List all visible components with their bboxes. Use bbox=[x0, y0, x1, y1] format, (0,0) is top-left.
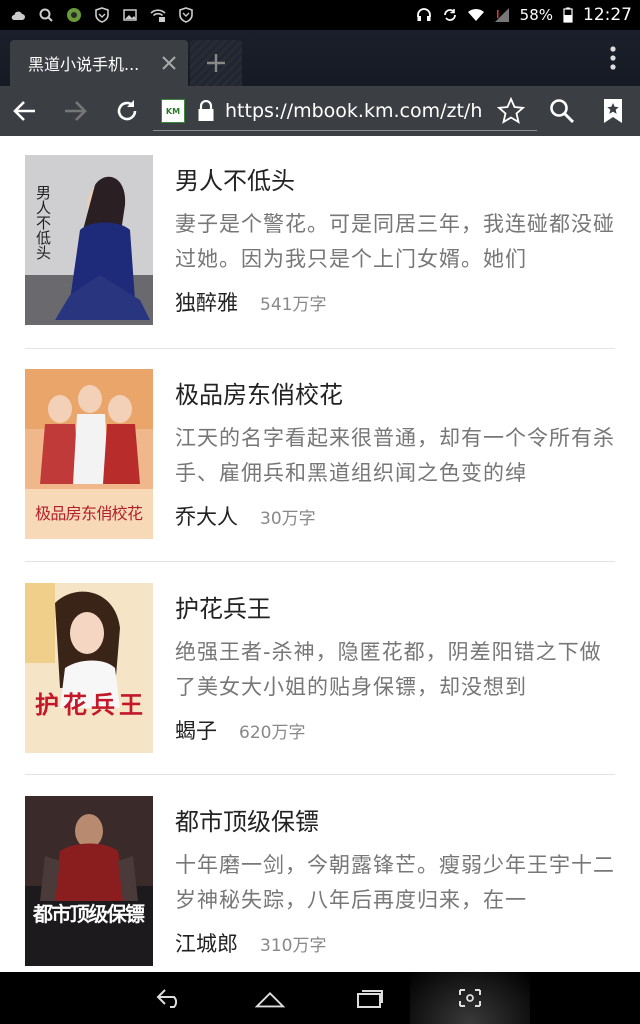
book-meta: 江城郎 310万字 bbox=[175, 928, 326, 958]
book-cover: 男人不低头 bbox=[25, 155, 153, 325]
favicon-label: KM bbox=[165, 106, 181, 116]
divider bbox=[25, 561, 615, 562]
close-icon[interactable] bbox=[160, 54, 178, 72]
wifi-lock-icon bbox=[150, 9, 166, 22]
browser-toolbar: KM https://mbook.km.com/zt/h bbox=[0, 86, 640, 136]
bookmark-star-icon bbox=[604, 99, 622, 123]
book-item[interactable]: 护花兵王 护花兵王 绝强王者-杀神，隐匿花都，阴差阳错之下做了美女大小姐的贴身保… bbox=[25, 583, 615, 796]
system-status: 58% 12:27 bbox=[416, 5, 640, 25]
book-word-count: 541万字 bbox=[260, 295, 327, 315]
book-item[interactable]: 男人不低头 男人不低头 妻子是个警花。可是同居三年，我连碰都没碰过她。因为我只是… bbox=[25, 155, 615, 368]
divider bbox=[25, 348, 615, 349]
book-meta: 蝎子 620万字 bbox=[175, 715, 305, 745]
book-cover: 都市顶级保镖 bbox=[25, 796, 153, 966]
cover-title-text: 都市顶级保镖 bbox=[32, 902, 145, 926]
cover-title-text: 极品房东俏校花 bbox=[35, 504, 143, 523]
book-item[interactable]: 都市顶级保镖 都市顶级保镖 十年磨一剑，今朝露锋芒。瘦弱少年王宇十二岁神秘失踪，… bbox=[25, 796, 615, 972]
new-tab-button[interactable] bbox=[190, 40, 242, 86]
book-author: 蝎子 bbox=[175, 719, 217, 743]
search-button[interactable] bbox=[549, 98, 575, 124]
search-icon bbox=[550, 99, 575, 124]
back-button[interactable] bbox=[12, 98, 38, 124]
status-bar: 58% 12:27 bbox=[0, 0, 640, 30]
shield-outline-icon bbox=[179, 7, 193, 23]
arrow-right-icon bbox=[65, 101, 87, 121]
book-item[interactable]: 极品房东俏校花 极品房东俏校花 江天的名字看起来很普通，却有一个令所有杀手、雇佣… bbox=[25, 369, 615, 582]
battery-icon bbox=[563, 7, 573, 23]
headset-icon bbox=[416, 8, 431, 21]
book-description: 十年磨一剑，今朝露锋芒。瘦弱少年王宇十二岁神秘失踪，八年后再度归来，在一 bbox=[175, 853, 615, 912]
tab-active[interactable]: 黑道小说手机... bbox=[10, 40, 188, 86]
nav-back-button[interactable] bbox=[155, 984, 185, 1012]
book-author: 江城郎 bbox=[175, 932, 238, 956]
book-title[interactable]: 极品房东俏校花 bbox=[175, 375, 343, 410]
book-cover: 极品房东俏校花 bbox=[25, 369, 153, 539]
book-title[interactable]: 护花兵王 bbox=[175, 589, 271, 624]
recents-icon bbox=[357, 990, 383, 1008]
book-list: 男人不低头 男人不低头 妻子是个警花。可是同居三年，我连碰都没碰过她。因为我只是… bbox=[0, 136, 640, 972]
forward-button[interactable] bbox=[62, 98, 88, 124]
book-description: 江天的名字看起来很普通，却有一个令所有杀手、雇佣兵和黑道组织闻之色变的绰 bbox=[175, 426, 615, 485]
book-title[interactable]: 都市顶级保镖 bbox=[175, 802, 319, 837]
book-description: 妻子是个警花。可是同居三年，我连碰都没碰过她。因为我只是个上门女婿。她们 bbox=[175, 212, 615, 271]
system-nav-bar bbox=[0, 972, 640, 1024]
battery-percent: 58% bbox=[519, 6, 553, 24]
lock-icon bbox=[198, 100, 214, 121]
home-icon bbox=[255, 991, 285, 1008]
wechat-icon bbox=[67, 8, 81, 22]
reload-button[interactable] bbox=[114, 98, 140, 124]
tab-title: 黑道小说手机... bbox=[28, 55, 140, 74]
wifi-icon bbox=[467, 8, 484, 21]
cover-title-text: 男人不低头 bbox=[34, 185, 52, 260]
book-description: 绝强王者-杀神，隐匿花都，阴差阳错之下做了美女大小姐的贴身保镖，却没想到 bbox=[175, 640, 602, 699]
image-icon bbox=[123, 9, 137, 21]
shield-icon bbox=[95, 7, 109, 23]
book-meta: 独醉雅 541万字 bbox=[175, 287, 326, 317]
star-icon[interactable] bbox=[497, 97, 525, 125]
book-title[interactable]: 男人不低头 bbox=[175, 161, 295, 196]
book-meta: 乔大人 30万字 bbox=[175, 501, 316, 531]
notification-icons bbox=[0, 7, 194, 23]
book-cover: 护花兵王 bbox=[25, 583, 153, 753]
clock: 12:27 bbox=[583, 5, 632, 25]
tab-strip: 黑道小说手机... bbox=[0, 30, 640, 86]
book-author: 乔大人 bbox=[175, 505, 238, 529]
screenshot-icon bbox=[459, 989, 481, 1007]
back-icon bbox=[156, 989, 178, 1008]
url-text: https://mbook.km.com/zt/h bbox=[225, 100, 483, 122]
book-word-count: 310万字 bbox=[260, 936, 327, 956]
overflow-menu-icon[interactable] bbox=[608, 44, 618, 72]
reload-icon bbox=[117, 100, 137, 121]
cloud-icon bbox=[11, 11, 25, 20]
signal-icon bbox=[494, 8, 509, 22]
divider bbox=[25, 774, 615, 775]
plus-icon bbox=[207, 54, 225, 72]
book-word-count: 30万字 bbox=[260, 509, 316, 529]
site-favicon: KM bbox=[161, 99, 185, 123]
book-word-count: 620万字 bbox=[239, 723, 306, 743]
nav-recents-button[interactable] bbox=[355, 984, 385, 1012]
arrow-left-icon bbox=[13, 101, 35, 121]
nav-screenshot-button[interactable] bbox=[455, 984, 485, 1012]
search-icon bbox=[39, 8, 53, 22]
address-bar[interactable]: KM https://mbook.km.com/zt/h bbox=[153, 92, 537, 131]
nav-home-button[interactable] bbox=[255, 984, 285, 1012]
sync-icon bbox=[443, 9, 456, 21]
bookmarks-button[interactable] bbox=[600, 98, 626, 124]
book-author: 独醉雅 bbox=[175, 291, 238, 315]
